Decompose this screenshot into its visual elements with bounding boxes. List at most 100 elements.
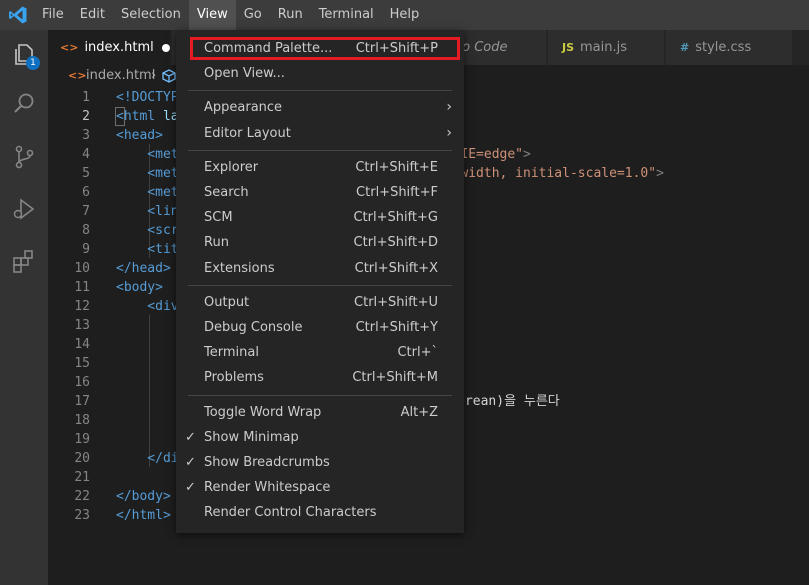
source-control-icon bbox=[15, 145, 34, 169]
line-number: 20 bbox=[74, 451, 90, 466]
menu-item-label: Editor Layout bbox=[204, 125, 291, 141]
line-number: 17 bbox=[74, 394, 90, 409]
menu-item-label: Debug Console bbox=[204, 320, 303, 335]
line-number: 23 bbox=[74, 508, 90, 523]
code-line[interactable]: <head> bbox=[116, 126, 163, 145]
code-token: </body> bbox=[116, 489, 171, 504]
code-line[interactable]: <body> bbox=[116, 278, 163, 297]
code-line[interactable]: </head> bbox=[116, 259, 171, 278]
menu-item-label: Output bbox=[204, 294, 250, 310]
menu-item-search[interactable]: Search Ctrl+Shift+F bbox=[176, 180, 464, 205]
code-line[interactable]: <!DOCTYP bbox=[116, 88, 179, 107]
line-number: 2 bbox=[82, 109, 90, 124]
line-number: 15 bbox=[74, 356, 90, 371]
code-line[interactable]: <met bbox=[116, 183, 178, 202]
code-line[interactable]: </html> bbox=[116, 506, 171, 525]
code-token: <!DOCTYP bbox=[116, 90, 179, 105]
source-control-activity-button[interactable] bbox=[0, 133, 48, 181]
menu-edit[interactable]: Edit bbox=[72, 0, 113, 30]
menu-item-label: Render Control Characters bbox=[204, 505, 377, 521]
indent-guide bbox=[149, 315, 150, 467]
menu-help[interactable]: Help bbox=[382, 0, 428, 30]
run-debug-activity-button[interactable] bbox=[0, 185, 48, 233]
menu-item-label: Terminal bbox=[204, 345, 259, 361]
menu-run[interactable]: Run bbox=[270, 0, 311, 30]
line-number: 19 bbox=[74, 432, 90, 447]
tab-label: index.html bbox=[84, 40, 154, 55]
title-bar: File Edit Selection View Go Run Terminal Help bbox=[0, 0, 809, 30]
line-number: 5 bbox=[82, 166, 90, 181]
menu-file[interactable]: File bbox=[34, 0, 72, 30]
code-line[interactable]: <tit bbox=[116, 240, 178, 259]
line-number: 1 bbox=[82, 90, 90, 105]
tab-style-css[interactable]: # style.css bbox=[666, 30, 792, 65]
menu-item-label: SCM bbox=[204, 210, 233, 226]
code-line[interactable]: <html la bbox=[116, 107, 179, 126]
menu-separator bbox=[188, 284, 452, 286]
line-number: 16 bbox=[74, 375, 90, 390]
vscode-logo-icon bbox=[9, 6, 27, 24]
activity-bar: 1 bbox=[0, 30, 48, 585]
menu-item-output[interactable]: Output Ctrl+Shift+U bbox=[176, 290, 464, 315]
menu-item-extensions[interactable]: Extensions Ctrl+Shift+X bbox=[176, 256, 464, 281]
code-line[interactable]: </di bbox=[116, 449, 179, 468]
line-number: 6 bbox=[82, 185, 90, 200]
menu-item-label: Show Breadcrumbs bbox=[204, 455, 330, 470]
menu-item-render-control-characters[interactable]: Render Control Characters bbox=[176, 500, 464, 525]
menu-bar: File Edit Selection View Go Run Terminal Help bbox=[34, 0, 427, 30]
check-icon: ✓ bbox=[185, 429, 196, 445]
menu-terminal[interactable]: Terminal bbox=[311, 0, 382, 30]
menu-item-run[interactable]: Run Ctrl+Shift+D bbox=[176, 230, 464, 255]
menu-item-editor-layout[interactable]: Editor Layout › bbox=[176, 121, 464, 146]
menu-item-problems[interactable]: Problems Ctrl+Shift+M bbox=[176, 365, 464, 390]
symbol-cube-icon bbox=[162, 69, 176, 83]
tab-main-js[interactable]: JS main.js bbox=[548, 30, 664, 65]
menu-item-show-breadcrumbs[interactable]: ✓ Show Breadcrumbs bbox=[176, 450, 464, 475]
menu-item-appearance[interactable]: Appearance › bbox=[176, 95, 464, 120]
menu-item-label: Open View... bbox=[204, 66, 285, 82]
menu-view[interactable]: View bbox=[188, 0, 236, 30]
line-number: 4 bbox=[82, 147, 90, 162]
code-token: <div bbox=[116, 299, 179, 314]
menu-separator bbox=[188, 149, 452, 151]
menu-item-debug-console[interactable]: Debug Console Ctrl+Shift+Y bbox=[176, 315, 464, 340]
menu-item-toggle-word-wrap[interactable]: Toggle Word Wrap Alt+Z bbox=[176, 400, 464, 425]
menu-item-render-whitespace[interactable]: ✓ Render Whitespace bbox=[176, 475, 464, 500]
menu-go[interactable]: Go bbox=[236, 0, 270, 30]
menu-item-shortcut: Ctrl+Shift+X bbox=[354, 260, 438, 276]
code-token: </head> bbox=[116, 261, 171, 276]
explorer-activity-button[interactable]: 1 bbox=[0, 30, 48, 78]
code-token: <head> bbox=[116, 128, 163, 143]
menu-item-label: Problems bbox=[204, 370, 264, 386]
code-token: <body> bbox=[116, 280, 163, 295]
menu-item-terminal[interactable]: Terminal Ctrl+` bbox=[176, 340, 464, 365]
menu-item-shortcut: Ctrl+Shift+M bbox=[352, 370, 438, 386]
tab-label: main.js bbox=[580, 40, 628, 55]
menu-item-show-minimap[interactable]: ✓ Show Minimap bbox=[176, 425, 464, 450]
menu-selection[interactable]: Selection bbox=[113, 0, 189, 30]
menu-item-shortcut: Alt+Z bbox=[400, 404, 438, 420]
code-token: > bbox=[523, 147, 531, 162]
menu-item-scm[interactable]: SCM Ctrl+Shift+G bbox=[176, 205, 464, 230]
code-token: </di bbox=[116, 451, 179, 466]
extensions-activity-button[interactable] bbox=[0, 237, 48, 285]
chevron-right-icon: › bbox=[446, 99, 452, 116]
bracket-match-box bbox=[115, 107, 125, 126]
menu-item-open-view[interactable]: Open View... bbox=[176, 61, 464, 86]
chevron-right-icon: › bbox=[151, 68, 157, 83]
line-number: 13 bbox=[74, 318, 90, 333]
code-line[interactable]: <lin bbox=[116, 202, 178, 221]
breadcrumb-file[interactable]: index.html bbox=[86, 65, 155, 87]
search-activity-button[interactable] bbox=[0, 80, 48, 128]
line-number: 3 bbox=[82, 128, 90, 143]
menu-item-explorer[interactable]: Explorer Ctrl+Shift+E bbox=[176, 155, 464, 180]
code-token: <met bbox=[116, 166, 179, 181]
code-line[interactable]: <scr bbox=[116, 221, 178, 240]
line-number: 10 bbox=[74, 261, 90, 276]
code-line[interactable]: <div bbox=[116, 297, 179, 316]
menu-item-label: Explorer bbox=[204, 159, 259, 175]
tab-index-html[interactable]: <> index.html bbox=[48, 30, 170, 65]
line-number: 12 bbox=[74, 299, 90, 314]
line-number: 22 bbox=[74, 489, 90, 504]
code-line[interactable]: </body> bbox=[116, 487, 171, 506]
